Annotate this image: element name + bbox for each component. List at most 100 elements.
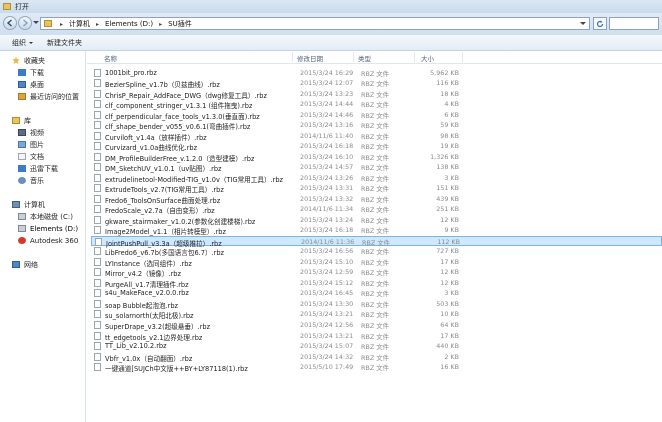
- address-bar[interactable]: ▸ 计算机 ▸ Elements (D:) ▸ SU插件: [40, 17, 590, 30]
- table-row[interactable]: SuperDrape_v3.2(超级悬垂）.rbz 2015/3/24 12:56…: [91, 320, 662, 331]
- file-modified: 2015/3/24 13:24: [300, 215, 354, 224]
- file-modified: 2015/3/24 16:29: [300, 68, 354, 77]
- sidebar-item-local-disk-c[interactable]: 本地磁盘 (C:): [18, 211, 73, 222]
- sidebar-item-thunder-downloads[interactable]: 迅雷下载: [18, 163, 58, 174]
- sidebar-item-libraries[interactable]: 库: [12, 115, 31, 126]
- file-type: RBZ 文件: [361, 122, 390, 131]
- file-name: 1001bit_pro.rbz: [105, 68, 157, 77]
- table-row[interactable]: JointPushPull_v3.3a（超级推拉）.rbz 2014/11/6 1…: [91, 235, 662, 248]
- file-type: RBZ 文件: [361, 269, 390, 278]
- sidebar-item-recent-places[interactable]: 最近访问的位置: [18, 91, 79, 102]
- column-header-type[interactable]: 类型: [358, 53, 371, 63]
- file-type: RBZ 文件: [361, 332, 390, 341]
- column-header-modified[interactable]: 修改日期: [297, 53, 323, 63]
- table-row[interactable]: tt_edgetools_v2.1边界处理.rbz 2015/3/24 13:21…: [91, 331, 662, 342]
- sidebar-item-downloads[interactable]: 下载: [18, 67, 44, 78]
- file-size: 439 KB: [436, 194, 459, 203]
- table-row[interactable]: LibFredo6_v6.7b(多国语言包6.7）.rbz 2015/3/24 1…: [91, 246, 662, 257]
- file-icon: [94, 257, 101, 266]
- chevron-down-icon[interactable]: [580, 22, 586, 25]
- table-row[interactable]: FredoScale_v2.7a（自由变形）.rbz 2014/11/6 11:3…: [91, 204, 662, 215]
- file-modified: 2015/3/24 13:21: [300, 331, 354, 340]
- table-row[interactable]: gkware_stairmaker_v1.0.2(参数化创建楼梯).rbz 201…: [91, 215, 662, 226]
- chevron-right-icon[interactable]: ▸: [96, 21, 99, 28]
- back-button[interactable]: [3, 16, 17, 30]
- refresh-button[interactable]: [593, 17, 607, 30]
- file-icon: [94, 342, 101, 351]
- table-row[interactable]: clf_component_stringer_v1.3.1 (组件拖曳).rbz…: [91, 99, 662, 110]
- column-header-size[interactable]: 大小: [421, 53, 434, 63]
- file-modified: 2015/3/24 12:56: [300, 320, 354, 329]
- breadcrumb-folder[interactable]: SU插件: [167, 19, 193, 29]
- table-row[interactable]: ChrisP_Repair_AddFace_DWG（dwg修复工具）.rbz 20…: [91, 89, 662, 100]
- file-icon: [94, 247, 101, 256]
- recent-locations-dropdown[interactable]: [33, 21, 39, 24]
- table-row[interactable]: BezierSpline_v1.7b（贝兹曲线）.rbz 2015/3/24 12…: [91, 78, 662, 89]
- file-name: ExtrudeTools_v2.7(TIG常用工具）.rbz: [105, 186, 224, 195]
- search-input[interactable]: [609, 17, 659, 30]
- sidebar-item-label: 下载: [30, 68, 44, 77]
- sidebar-item-autodesk-360[interactable]: Autodesk 360: [18, 235, 78, 246]
- chevron-right-icon[interactable]: ▸: [60, 21, 63, 28]
- organize-button[interactable]: 组织: [12, 38, 33, 48]
- table-row[interactable]: clf_perpendicular_face_tools_v1.3.0(垂直面)…: [91, 110, 662, 121]
- table-row[interactable]: LYInstance（选同组件）.rbz 2015/3/24 15:10 RBZ 文…: [91, 257, 662, 268]
- column-divider[interactable]: [353, 52, 354, 62]
- table-row[interactable]: Mirror_v4.2（镜像）.rbz 2015/3/24 12:59 RBZ 文件…: [91, 267, 662, 278]
- file-type: RBZ 文件: [361, 195, 390, 204]
- file-size: 116 KB: [436, 79, 459, 88]
- file-size: 6 KB: [444, 110, 459, 119]
- sidebar-item-network[interactable]: 网络: [12, 259, 38, 270]
- star-icon: [12, 57, 20, 64]
- chevron-right-icon[interactable]: ▸: [159, 21, 162, 28]
- file-type: RBZ 文件: [361, 164, 390, 173]
- table-row[interactable]: Fredo6_ToolsOnSurface曲面处理.rbz 2015/3/24 1…: [91, 194, 662, 205]
- column-divider[interactable]: [292, 52, 293, 62]
- table-row[interactable]: TT_Lib_v2.10.2.rbz 2015/3/24 15:07 RBZ 文件 4…: [91, 341, 662, 352]
- forward-button[interactable]: [18, 16, 32, 30]
- table-row[interactable]: soap Bubble起泡泡.rbz 2015/3/24 13:30 RBZ 文件 5…: [91, 299, 662, 310]
- table-row[interactable]: su_solarnorth(太阳北极).rbz 2015/3/24 13:21 RB…: [91, 309, 662, 320]
- sidebar-item-videos[interactable]: 视频: [18, 127, 44, 138]
- file-icon: [94, 226, 101, 235]
- table-row[interactable]: PurgeAll_v1.7清理插件.rbz 2015/3/24 15:12 RBZ …: [91, 278, 662, 289]
- column-divider[interactable]: [414, 52, 415, 62]
- file-name: Curvizard_v1.0a曲线优化.rbz: [105, 144, 198, 153]
- table-row[interactable]: Curviloft_v1.4a（放样插件）.rbz 2014/11/6 11:40…: [91, 131, 662, 142]
- table-row[interactable]: Vbfr_v1.0x（自动翻面）.rbz 2015/3/24 14:32 RBZ 文…: [91, 352, 662, 363]
- column-header-name[interactable]: 名称: [104, 53, 117, 63]
- file-icon: [94, 68, 101, 77]
- table-row[interactable]: DM_SketchUV_v1.0.1（uv贴图）.rbz 2015/3/24 14…: [91, 162, 662, 173]
- sidebar-item-desktop[interactable]: 桌面: [18, 79, 44, 90]
- file-icon: [94, 215, 101, 224]
- sidebar-item-favorites[interactable]: 收藏夹: [12, 55, 45, 66]
- sidebar-item-documents[interactable]: 文档: [18, 151, 44, 162]
- table-row[interactable]: 一键通道[SUJCh中文版++BY+LY87118(1).rbz 2015/5/1…: [91, 362, 662, 373]
- breadcrumb-drive[interactable]: Elements (D:): [104, 20, 154, 28]
- file-modified: 2015/3/24 15:10: [300, 257, 354, 266]
- sidebar-item-elements-d[interactable]: Elements (D:): [18, 223, 78, 234]
- sidebar-item-computer[interactable]: 计算机: [12, 199, 45, 210]
- file-name: PurgeAll_v1.7清理插件.rbz: [105, 280, 189, 289]
- file-size: 1,326 KB: [430, 152, 459, 161]
- table-row[interactable]: 1001bit_pro.rbz 2015/3/24 16:29 RBZ 文件 5,96…: [91, 68, 662, 79]
- table-row[interactable]: ExtrudeTools_v2.7(TIG常用工具）.rbz 2015/3/24 …: [91, 183, 662, 194]
- file-modified: 2014/11/6 11:36: [301, 237, 355, 246]
- column-divider[interactable]: [462, 52, 463, 62]
- breadcrumb-computer[interactable]: 计算机: [68, 19, 91, 29]
- file-name: su_solarnorth(太阳北极).rbz: [105, 312, 194, 321]
- file-icon: [94, 131, 101, 140]
- sidebar-item-pictures[interactable]: 图片: [18, 139, 44, 150]
- table-row[interactable]: extrudelinetool-Modified-TIG_v1.0v（TIG常用…: [91, 173, 662, 184]
- table-row[interactable]: DM_ProfileBuilderFree_v.1.2.0（造型建模）.rbz 2…: [91, 152, 662, 163]
- table-row[interactable]: Curvizard_v1.0a曲线优化.rbz 2015/3/24 16:18 RB…: [91, 141, 662, 152]
- sidebar-item-music[interactable]: 音乐: [18, 175, 44, 186]
- table-row[interactable]: s4u_MakeFace_v2.0.0.rbz 2015/3/24 16:45 RB…: [91, 288, 662, 299]
- file-name: ChrisP_Repair_AddFace_DWG（dwg修复工具）.rbz: [105, 91, 267, 100]
- new-folder-button[interactable]: 新建文件夹: [47, 38, 82, 48]
- table-row[interactable]: Image2Model_v1.1（相片转模型）.rbz 2015/3/24 16:…: [91, 225, 662, 236]
- sidebar-item-label: 网络: [24, 260, 38, 269]
- file-size: 440 KB: [436, 342, 459, 351]
- file-icon: [94, 289, 101, 298]
- table-row[interactable]: clf_shape_bender_v055_v0.6.1(弯曲插件).rbz 20…: [91, 120, 662, 131]
